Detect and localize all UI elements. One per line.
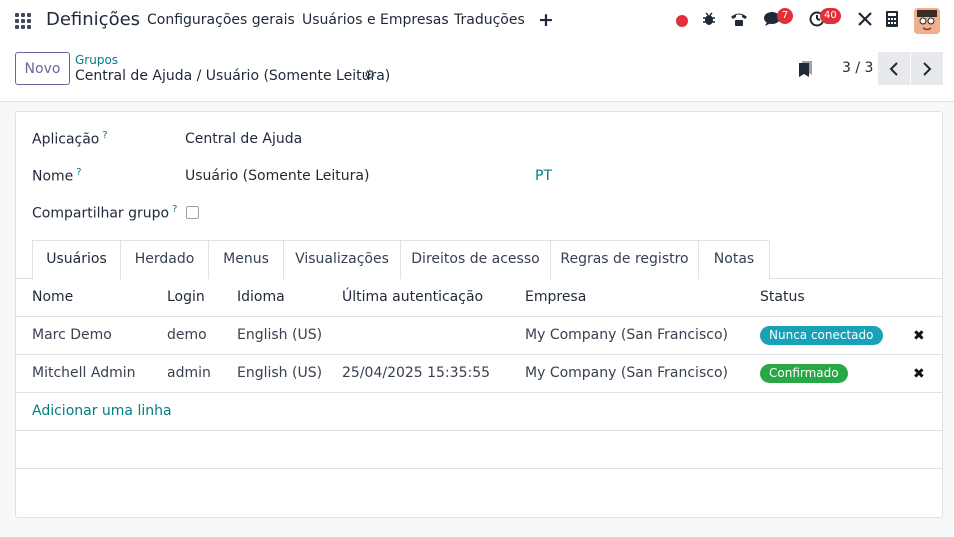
tab-views[interactable]: Visualizações (283, 240, 401, 279)
tab-menus[interactable]: Menus (208, 240, 284, 279)
tab-record-rules[interactable]: Regras de registro (550, 240, 699, 279)
bug-icon[interactable] (701, 11, 717, 31)
control-panel: Novo Grupos Central de Ajuda / Usuário (… (0, 42, 954, 102)
new-button[interactable]: Novo (15, 52, 70, 85)
cell-name: Marc Demo (32, 327, 112, 343)
help-tooltip-icon[interactable]: ? (172, 204, 177, 215)
share-group-checkbox[interactable] (186, 206, 199, 219)
translate-language-button[interactable]: PT (535, 168, 552, 184)
application-label: Aplicação? (32, 130, 108, 148)
share-group-label: Compartilhar grupo? (32, 204, 178, 222)
empty-row (16, 431, 942, 469)
apps-menu-icon[interactable] (15, 13, 31, 29)
cell-login: demo (167, 327, 207, 343)
plus-icon[interactable]: + (538, 9, 554, 31)
delete-row-icon[interactable]: ✖ (913, 328, 925, 344)
pager-value[interactable]: 3 / 3 (842, 60, 873, 76)
calculator-icon[interactable] (886, 11, 898, 31)
cell-language: English (US) (237, 365, 323, 381)
cell-last-auth: 25/04/2025 15:35:55 (342, 365, 491, 381)
list-header: Nome Login Idioma Última autenticação Em… (16, 279, 942, 317)
name-value[interactable]: Usuário (Somente Leitura) (185, 168, 369, 184)
name-label: Nome? (32, 167, 82, 185)
cell-language: English (US) (237, 327, 323, 343)
chevron-right-icon (923, 61, 932, 76)
tab-inherited[interactable]: Herdado (120, 240, 209, 279)
activities-count-badge: 40 (820, 8, 841, 24)
menu-translations[interactable]: Traduções (454, 12, 525, 28)
menu-general-settings[interactable]: Configurações gerais (147, 12, 295, 28)
form-sheet: Aplicação? Central de Ajuda Nome? Usuári… (15, 111, 943, 518)
column-language[interactable]: Idioma (237, 289, 285, 305)
column-status[interactable]: Status (760, 289, 805, 305)
column-login[interactable]: Login (167, 289, 205, 305)
application-value[interactable]: Central de Ajuda (185, 131, 302, 147)
recording-icon[interactable] (676, 15, 688, 27)
user-avatar[interactable] (914, 8, 940, 34)
table-row[interactable]: Mitchell Admin admin English (US) 25/04/… (16, 355, 942, 393)
tab-users[interactable]: Usuários (32, 240, 121, 280)
menu-users-companies[interactable]: Usuários e Empresas (302, 12, 449, 28)
chevron-left-icon (889, 61, 898, 76)
cell-company: My Company (San Francisco) (525, 327, 728, 343)
tab-notes[interactable]: Notas (698, 240, 770, 279)
pager-next-button[interactable] (911, 52, 943, 85)
gear-icon[interactable]: ⚙ (364, 68, 376, 83)
cell-name: Mitchell Admin (32, 365, 136, 381)
status-badge: Nunca conectado (760, 326, 883, 345)
tab-access-rights[interactable]: Direitos de acesso (400, 240, 551, 279)
app-brand[interactable]: Definições (46, 9, 140, 30)
add-line-row: Adicionar uma linha (16, 393, 942, 431)
cell-login: admin (167, 365, 211, 381)
messages-count-badge: 7 (777, 8, 793, 24)
top-navbar: Definições Configurações gerais Usuários… (0, 0, 954, 42)
breadcrumb-current: Central de Ajuda / Usuário (Somente Leit… (75, 68, 391, 84)
pager-previous-button[interactable] (878, 52, 910, 85)
help-tooltip-icon[interactable]: ? (76, 167, 81, 178)
status-badge: Confirmado (760, 364, 848, 383)
breadcrumb-parent-link[interactable]: Grupos (75, 53, 118, 67)
notebook-tabs: Usuários Herdado Menus Visualizações Dir… (16, 240, 942, 280)
table-row[interactable]: Marc Demo demo English (US) My Company (… (16, 317, 942, 355)
help-tooltip-icon[interactable]: ? (102, 130, 107, 141)
tools-icon[interactable] (857, 11, 873, 31)
bookmark-icon[interactable] (799, 61, 812, 77)
column-name[interactable]: Nome (32, 289, 73, 305)
column-company[interactable]: Empresa (525, 289, 586, 305)
cell-company: My Company (San Francisco) (525, 365, 728, 381)
add-line-link[interactable]: Adicionar uma linha (32, 403, 172, 419)
phone-icon[interactable] (730, 11, 748, 31)
delete-row-icon[interactable]: ✖ (913, 366, 925, 382)
column-last-auth[interactable]: Última autenticação (342, 289, 483, 305)
